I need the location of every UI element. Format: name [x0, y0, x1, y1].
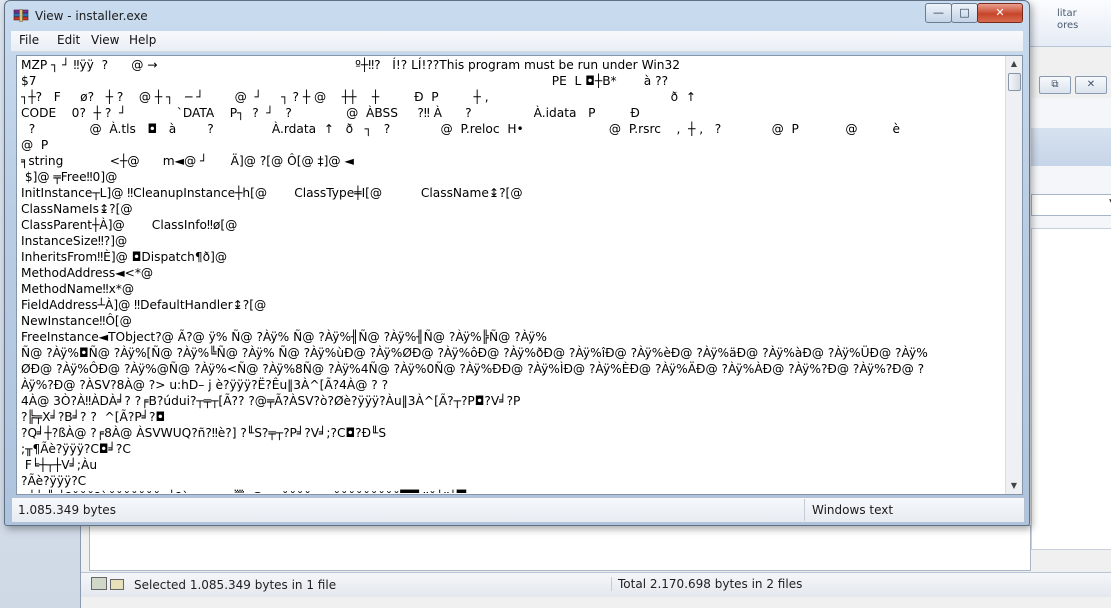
text-line: ═╘╘ ╬ ╘?ŏŏŏ?àŏŏŏŏŏŏŏ ╘?à ┬ ┬ ╦▒╔@ ∞ŏŏŏŏ … [21, 489, 1005, 493]
window-title: View - installer.exe [35, 9, 148, 23]
text-viewer-pane[interactable]: MZP ┐ ┘ ‼ÿÿ ? @ → º┼‼? Í!? LÍ!??This pro… [16, 55, 1023, 495]
file-size-status: 1.085.349 bytes [18, 503, 116, 517]
background-status-bar: Selected 1.085.349 bytes in 1 file Total… [81, 572, 1111, 597]
title-bar[interactable]: View - installer.exe — □ ✕ [5, 1, 1029, 31]
restore-button[interactable]: ⧉ [1039, 76, 1071, 94]
side-panel-dropdown[interactable]: ▼ [1031, 194, 1111, 216]
text-line: 4À@ 3Ò?À‼ÀDÀ╛? ?╒B?údui?┬╤┬[Ã?? ?@╤Ã?ÀSV… [21, 394, 521, 408]
ribbon-button[interactable]: litar ores [1057, 8, 1103, 42]
status-selected: Selected 1.085.349 bytes in 1 file [91, 577, 336, 592]
drive-icon [91, 577, 107, 590]
text-line: CODE 0? ┼ ? ┘ `DATA P┐ ? ┘ ? @ ÀBSS ?‼ À… [21, 106, 640, 120]
text-line: ┐┼? F ø? ┼ ? @ ┼ ┐ ─ ┘ @ ┘ ┐ ? ┼ @ ┼┼ ┼ … [21, 90, 697, 104]
close-icon: ✕ [1086, 79, 1096, 90]
background-side-panel: ▼ [1031, 98, 1111, 550]
status-selected-text: Selected 1.085.349 bytes in 1 file [134, 578, 337, 592]
ribbon-button-label-2: ores [1057, 20, 1079, 31]
menu-bar: File Edit View Help [11, 31, 1023, 52]
encoding-status[interactable]: Windows text [812, 503, 893, 517]
maximize-button[interactable]: □ [951, 3, 978, 23]
close-icon: ✕ [995, 6, 1005, 19]
desktop: litar ores ⧉ ✕ ▼ Selected 1.085.349 byte… [0, 0, 1111, 608]
scrollbar-thumb[interactable] [1008, 73, 1021, 91]
inner-window-controls: ⧉ ✕ [1031, 76, 1111, 94]
text-line: NewInstance‼Ô[@ [21, 314, 132, 328]
background-file-list[interactable] [89, 525, 1031, 571]
viewer-window: View - installer.exe — □ ✕ File Edit Vie… [4, 0, 1030, 526]
maximize-icon: □ [959, 6, 970, 19]
status-divider [804, 499, 805, 521]
window-controls: — □ ✕ [925, 3, 1025, 23]
restore-icon: ⧉ [1051, 79, 1059, 90]
text-line: InheritsFrom‼È]@ ◘Dispatch¶ð]@ [21, 250, 228, 264]
text-line: ?Q╛┼?ßÀ@ ?╒8À@ ÀSVWUQ?ñ?‼è?] ?╙S?╤┬?P╛?V… [21, 426, 387, 440]
text-line: FieldAddress┴À]@ ‼DefaultHandler↨?[@ [21, 298, 267, 312]
status-total-text: Total 2.170.698 bytes in 2 files [618, 577, 803, 591]
side-panel-list[interactable] [1031, 228, 1111, 550]
text-line: ╕string <┼@ m◄@ ┘ Ä]@ ?[@ Ô[@ ‡]@ ◄ [21, 154, 354, 168]
text-line: ØÐ@ ?Àÿ%ÔÐ@ ?Àÿ%@Ñ@ ?Àÿ%<Ñ@ ?Àÿ%8Ñ@ ?Àÿ%… [21, 362, 925, 376]
text-line: MethodAddress◄<*@ [21, 266, 154, 280]
text-line: InitInstance┬L]@ ‼CleanupInstance┼h[@ Cl… [21, 186, 523, 200]
archive-icon [13, 9, 29, 22]
status-total: Total 2.170.698 bytes in 2 files [611, 577, 802, 591]
text-line: $]@ ╤Free‼0]@ [21, 170, 118, 184]
text-line: ?Ãè?ÿÿÿ?C [21, 474, 87, 488]
text-line: Àÿ%?Ð@ ?ÀSV?8À@ ?> u:hD– j è?ÿÿÿ?Ë?Êu‖3À… [21, 378, 389, 392]
viewer-status-bar: 1.085.349 bytes Windows text [11, 497, 1025, 523]
minimize-button[interactable]: — [925, 3, 952, 23]
scroll-up-button[interactable]: ▲ [1006, 56, 1022, 72]
side-panel-header [1031, 128, 1111, 166]
arrow-up-icon: ▲ [1010, 59, 1018, 68]
vertical-scrollbar[interactable]: ▲ ▼ [1005, 56, 1022, 494]
key-icon [110, 579, 124, 590]
text-line: F╘┼┬┼V╛;Àu [21, 458, 98, 472]
menu-view[interactable]: View [91, 33, 119, 47]
ribbon-button-label-1: litar [1057, 8, 1077, 19]
arrow-down-icon: ▼ [1010, 481, 1018, 490]
text-line: Ñ@ ?Àÿ%◘Ñ@ ?Àÿ%[Ñ@ ?Àÿ%╚Ñ@ ?Àÿ% Ñ@ ?Àÿ%ù… [21, 346, 928, 360]
close-button[interactable]: ✕ [1075, 76, 1107, 94]
minimize-icon: — [933, 6, 944, 19]
file-text-content[interactable]: MZP ┐ ┘ ‼ÿÿ ? @ → º┼‼? Í!? LÍ!??This pro… [21, 57, 1005, 493]
text-line: FreeInstance◄TObject?@ Ã?@ ÿ% Ñ@ ?Àÿ% Ñ@… [21, 330, 547, 344]
text-line: ClassParent┼À]@ ClassInfo‼ø[@ [21, 218, 238, 232]
text-line: MethodName‼x*@ [21, 282, 135, 296]
menu-help[interactable]: Help [129, 33, 156, 47]
text-line: $7 PE L ◘┼B* à ?? [21, 74, 669, 88]
text-line: InstanceSize‼?]@ [21, 234, 128, 248]
text-line: MZP ┐ ┘ ‼ÿÿ ? @ → º┼‼? Í!? LÍ!??This pro… [21, 58, 680, 72]
text-line: ;╥¶Ãè?ÿÿÿ?C◘╛?C [21, 442, 131, 456]
text-line: @ P [21, 138, 49, 152]
menu-edit[interactable]: Edit [57, 33, 80, 47]
text-line: ? @ À.tls ◘ à ? À.rdata ↑ ð ┐ ? @ P.relo… [21, 122, 900, 136]
menu-file[interactable]: File [19, 33, 39, 47]
text-line: ?╠╤X╛?B╛? ? ^[Ã?P╛?◘ [21, 410, 166, 424]
close-button[interactable]: ✕ [977, 3, 1023, 23]
text-line: ClassNameIs↨?[@ [21, 202, 133, 216]
scroll-down-button[interactable]: ▼ [1006, 478, 1022, 494]
